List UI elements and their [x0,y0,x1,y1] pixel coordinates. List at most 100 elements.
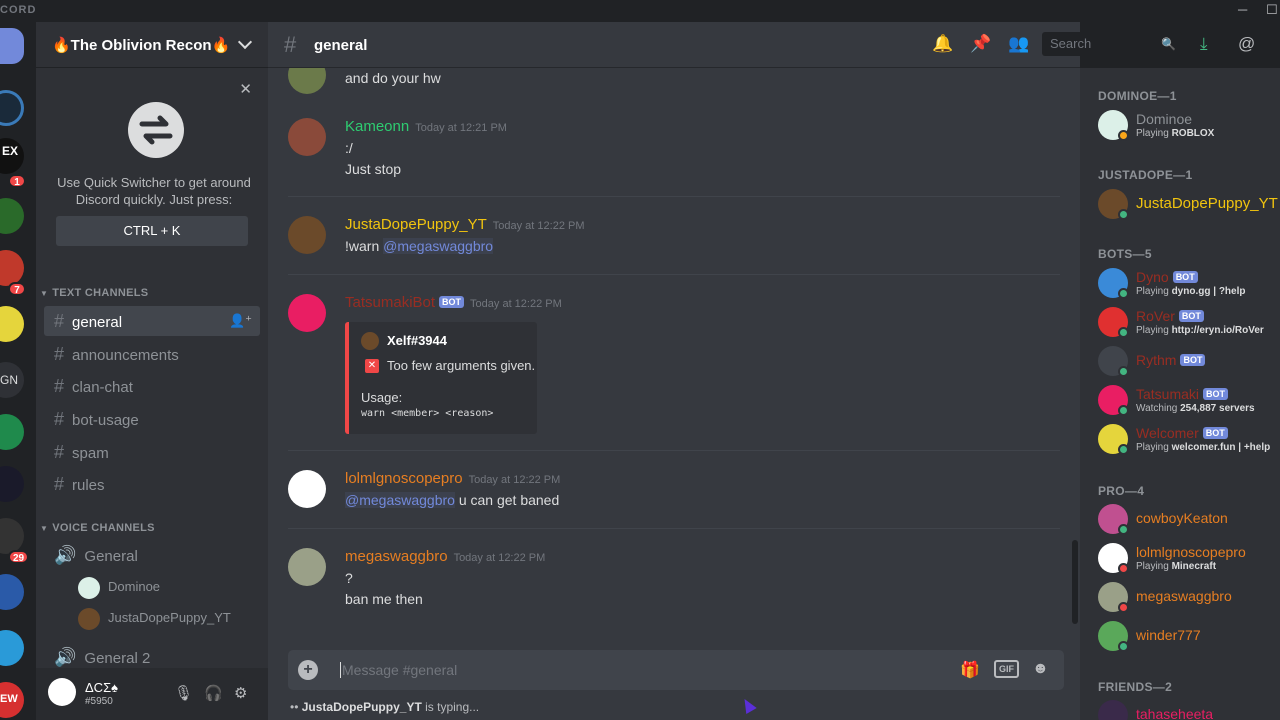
timestamp: Today at 12:22 PM [453,552,546,564]
server-name: 🔥The Oblivion Recon🔥 [52,37,231,54]
home-icon[interactable] [0,28,24,64]
avatar[interactable] [288,68,326,94]
message-author[interactable]: TatsumakiBot BOT Today at 12:22 PM [345,294,562,311]
hash-icon: # [54,474,65,494]
member-item[interactable]: RoVer BOT Playing http://eryn.io/RoVer [1098,305,1280,343]
user-mention[interactable]: @megaswaggbro [345,492,455,508]
member-item[interactable]: Tatsumaki BOT Watching 254,887 servers [1098,383,1280,421]
server-icon[interactable] [0,250,24,286]
headphones-icon[interactable]: 🎧 [204,684,223,702]
microphone-icon[interactable]: 🎙 [174,684,193,702]
emoji-icon[interactable]: ☻ [1032,660,1049,678]
avatar[interactable] [288,294,326,332]
gif-button[interactable]: GIF [994,660,1019,678]
download-icon[interactable]: ⤓ [1200,34,1208,54]
member-item[interactable]: lolmlgnoscopepro Playing Minecraft [1098,541,1280,579]
server-icon[interactable]: EX [0,138,24,174]
message-author[interactable]: megaswaggbro Today at 12:22 PM [345,548,545,565]
channel-spam[interactable]: # spam [44,437,260,467]
avatar[interactable] [288,118,326,156]
message-input[interactable]: Message #general [340,662,457,678]
status-icon [1118,641,1129,652]
category-text-channels[interactable]: ▼ TEXT CHANNELS [40,287,148,299]
voice-channel-general[interactable]: 🔊 General [44,540,260,570]
channel-label: general [72,314,123,331]
channel-general[interactable]: # general 👤⁺ [44,306,260,336]
message-text: and do your hw [345,70,441,86]
status-icon [1118,444,1129,455]
channel-label: rules [72,477,105,494]
activity-name: http://eryn.io/RoVer [1171,325,1264,336]
chevron-down-icon [237,34,253,50]
channel-clan-chat[interactable]: # clan-chat [44,371,260,401]
close-icon[interactable]: ✕ [239,80,252,98]
member-item[interactable]: tahaseheeta [1098,698,1280,720]
channel-announcements[interactable]: # announcements [44,339,260,369]
message-author[interactable]: Kameonn Today at 12:21 PM [345,118,507,135]
typing-user: JustaDopePuppy_YT [301,700,422,714]
avatar[interactable] [288,216,326,254]
bot-badge: BOT [1172,271,1198,283]
member-item[interactable]: Rythm BOT [1098,344,1280,382]
voice-user[interactable]: JustaDopePuppy_YT [78,606,231,630]
title-bar: CORD ─ ☐ [0,0,1280,22]
author-name: megaswaggbro [345,548,448,565]
search-input[interactable]: Search 🔍 [1042,32,1182,56]
members-icon[interactable]: 👥 [1008,34,1029,54]
member-name: megaswaggbro [1136,588,1232,604]
minimize-icon[interactable]: ─ [1238,2,1247,17]
gift-icon[interactable]: 🎁 [960,660,980,680]
server-icon[interactable]: EW [0,682,24,718]
member-item[interactable]: JustaDopePuppy_YT [1098,187,1280,225]
hash-icon: # [54,409,65,429]
avatar[interactable] [288,470,326,508]
server-icon[interactable] [0,466,24,502]
member-item[interactable]: winder777 [1098,619,1280,657]
upload-icon[interactable]: + [298,660,318,680]
pin-icon[interactable]: 📌 [970,34,991,54]
member-item[interactable]: Dominoe Playing ROBLOX [1098,108,1280,146]
user-mention[interactable]: @megaswaggbro [383,238,494,254]
category-voice-channels[interactable]: ▼ VOICE CHANNELS [40,522,155,534]
server-label: EX [2,144,19,158]
speaker-icon: 🔊 [54,647,77,667]
message-author[interactable]: JustaDopePuppy_YT Today at 12:22 PM [345,216,585,233]
avatar[interactable] [288,548,326,586]
typing-text: is typing... [421,700,480,714]
scrollbar[interactable] [1072,540,1078,624]
channel-title: general [314,37,368,54]
message-author[interactable]: lolmlgnoscopepro Today at 12:22 PM [345,470,560,487]
server-icon[interactable] [0,90,24,126]
channel-bot-usage[interactable]: # bot-usage [44,404,260,434]
invite-icon[interactable]: 👤⁺ [229,306,252,336]
member-name: JustaDopePuppy_YT [1136,195,1278,212]
server-icon[interactable] [0,630,24,666]
avatar [1098,700,1128,720]
channel-rules[interactable]: # rules [44,469,260,499]
server-icon[interactable] [0,574,24,610]
member-item[interactable]: Welcomer BOT Playing welcomer.fun | +help [1098,422,1280,460]
mention-icon[interactable]: @ [1238,34,1255,54]
activity-verb: Playing [1136,128,1172,139]
server-icon[interactable] [0,198,24,234]
message-composer[interactable]: + Message #general 🎁 GIF ☻ [288,650,1064,690]
server-icon[interactable] [0,414,24,450]
status-icon [1118,366,1129,377]
server-icon[interactable]: GN [0,362,24,398]
server-icon[interactable] [0,306,24,342]
maximize-icon[interactable]: ☐ [1266,2,1278,18]
server-icon[interactable] [0,518,24,554]
member-item[interactable]: cowboyKeaton [1098,502,1280,540]
member-item[interactable]: megaswaggbro [1098,580,1280,618]
avatar[interactable] [48,678,76,706]
member-item[interactable]: Dyno BOT Playing dyno.gg | ?help [1098,266,1280,304]
voice-user-name: Dominoe [108,579,161,594]
usage-code: warn <member> <reason> [361,408,494,419]
gear-icon[interactable]: ⚙ [234,684,247,702]
shortcut-key: CTRL + K [56,216,248,246]
message-text: ban me then [345,591,423,607]
bell-icon[interactable]: 🔔 [932,34,953,54]
channel-label: spam [72,445,109,462]
voice-user[interactable]: Dominoe [78,575,160,599]
server-header[interactable]: 🔥The Oblivion Recon🔥 [36,22,268,68]
